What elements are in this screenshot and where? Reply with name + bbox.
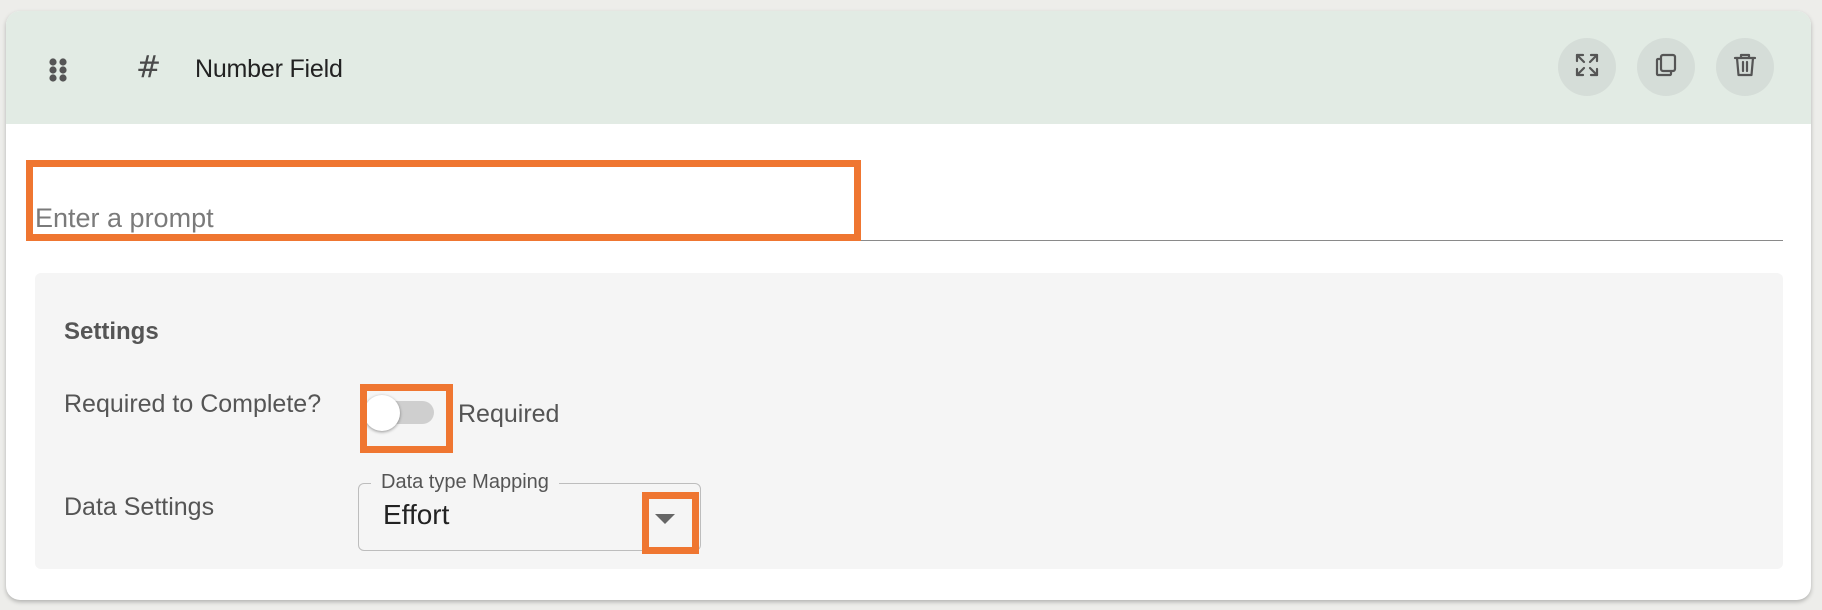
data-type-mapping-select[interactable]: Data type Mapping Effort: [358, 470, 701, 551]
select-value: Effort: [383, 499, 450, 530]
required-toggle[interactable]: [364, 386, 442, 435]
settings-title: Settings: [64, 318, 159, 345]
expand-icon: [1574, 52, 1600, 83]
prompt-field: [35, 172, 1783, 242]
select-legend: Data type Mapping: [371, 470, 559, 494]
data-settings-label: Data Settings: [64, 493, 215, 521]
toggle-knob: [364, 395, 400, 431]
drag-handle-icon[interactable]: [46, 56, 70, 84]
settings-panel: Settings Required to Complete? Required …: [35, 273, 1783, 569]
required-label: Required to Complete?: [64, 390, 322, 418]
number-field-card: # Number Field Enter a prompt Settings R…: [6, 11, 1811, 600]
prompt-input[interactable]: [35, 172, 1783, 238]
delete-button[interactable]: [1716, 38, 1774, 96]
number-field-icon: #: [136, 50, 162, 85]
trash-icon: [1732, 52, 1758, 83]
card-header: # Number Field: [6, 11, 1811, 124]
chevron-down-icon[interactable]: [655, 514, 675, 524]
duplicate-button[interactable]: [1637, 38, 1695, 96]
expand-button[interactable]: [1558, 38, 1616, 96]
required-toggle-label: Required: [458, 400, 560, 428]
field-title: Number Field: [195, 55, 343, 83]
prompt-underline: [35, 240, 1783, 241]
duplicate-icon: [1653, 52, 1679, 83]
